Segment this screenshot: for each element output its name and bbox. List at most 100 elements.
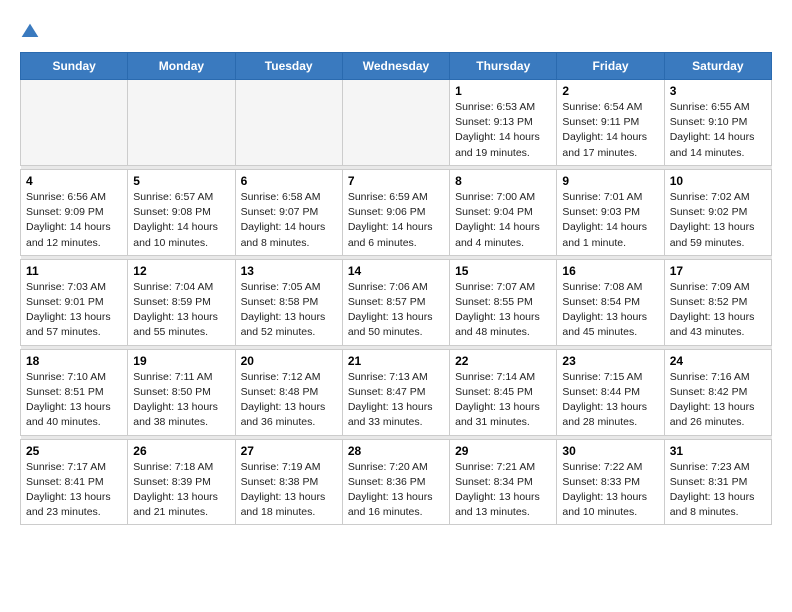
day-info: Sunrise: 6:54 AM Sunset: 9:11 PM Dayligh… [562, 100, 658, 161]
day-info: Sunrise: 7:13 AM Sunset: 8:47 PM Dayligh… [348, 370, 444, 431]
day-number: 11 [26, 264, 122, 278]
day-info: Sunrise: 7:17 AM Sunset: 8:41 PM Dayligh… [26, 460, 122, 521]
column-header-monday: Monday [128, 53, 235, 80]
day-info: Sunrise: 7:23 AM Sunset: 8:31 PM Dayligh… [670, 460, 766, 521]
day-info: Sunrise: 7:21 AM Sunset: 8:34 PM Dayligh… [455, 460, 551, 521]
day-info: Sunrise: 6:59 AM Sunset: 9:06 PM Dayligh… [348, 190, 444, 251]
column-header-friday: Friday [557, 53, 664, 80]
day-info: Sunrise: 7:16 AM Sunset: 8:42 PM Dayligh… [670, 370, 766, 431]
calendar-day: 31 Sunrise: 7:23 AM Sunset: 8:31 PM Dayli… [664, 439, 771, 525]
day-number: 8 [455, 174, 551, 188]
column-header-sunday: Sunday [21, 53, 128, 80]
calendar-day: 20 Sunrise: 7:12 AM Sunset: 8:48 PM Dayli… [235, 349, 342, 435]
day-info: Sunrise: 7:18 AM Sunset: 8:39 PM Dayligh… [133, 460, 229, 521]
day-info: Sunrise: 7:14 AM Sunset: 8:45 PM Dayligh… [455, 370, 551, 431]
day-number: 18 [26, 354, 122, 368]
day-number: 10 [670, 174, 766, 188]
calendar-day: 27Sunrise: 7:19 AM Sunset: 8:38 PM Dayli… [235, 439, 342, 525]
day-number: 6 [241, 174, 337, 188]
calendar-day: 28Sunrise: 7:20 AM Sunset: 8:36 PM Dayli… [342, 439, 449, 525]
calendar-day: 19 Sunrise: 7:11 AM Sunset: 8:50 PM Dayli… [128, 349, 235, 435]
day-number: 15 [455, 264, 551, 278]
column-header-tuesday: Tuesday [235, 53, 342, 80]
calendar-day: 29 Sunrise: 7:21 AM Sunset: 8:34 PM Dayli… [450, 439, 557, 525]
day-info: Sunrise: 6:56 AM Sunset: 9:09 PM Dayligh… [26, 190, 122, 251]
day-number: 5 [133, 174, 229, 188]
page-header [20, 20, 772, 42]
calendar-day: 8 Sunrise: 7:00 AM Sunset: 9:04 PM Daylig… [450, 169, 557, 255]
day-number: 30 [562, 444, 658, 458]
calendar-week-3: 11Sunrise: 7:03 AM Sunset: 9:01 PM Dayli… [21, 259, 772, 345]
calendar-day: 14 Sunrise: 7:06 AM Sunset: 8:57 PM Dayli… [342, 259, 449, 345]
day-number: 29 [455, 444, 551, 458]
day-number: 21 [348, 354, 444, 368]
calendar-week-2: 4 Sunrise: 6:56 AM Sunset: 9:09 PM Daylig… [21, 169, 772, 255]
day-number: 7 [348, 174, 444, 188]
day-info: Sunrise: 7:08 AM Sunset: 8:54 PM Dayligh… [562, 280, 658, 341]
day-number: 28 [348, 444, 444, 458]
calendar-week-1: 1Sunrise: 6:53 AM Sunset: 9:13 PM Daylig… [21, 80, 772, 166]
day-number: 16 [562, 264, 658, 278]
day-number: 1 [455, 84, 551, 98]
day-info: Sunrise: 6:58 AM Sunset: 9:07 PM Dayligh… [241, 190, 337, 251]
calendar-day: 21 Sunrise: 7:13 AM Sunset: 8:47 PM Dayli… [342, 349, 449, 435]
calendar-day: 5 Sunrise: 6:57 AM Sunset: 9:08 PM Daylig… [128, 169, 235, 255]
day-number: 26 [133, 444, 229, 458]
day-info: Sunrise: 7:00 AM Sunset: 9:04 PM Dayligh… [455, 190, 551, 251]
column-header-wednesday: Wednesday [342, 53, 449, 80]
day-number: 27 [241, 444, 337, 458]
day-info: Sunrise: 7:05 AM Sunset: 8:58 PM Dayligh… [241, 280, 337, 341]
day-info: Sunrise: 7:12 AM Sunset: 8:48 PM Dayligh… [241, 370, 337, 431]
day-number: 31 [670, 444, 766, 458]
day-info: Sunrise: 7:15 AM Sunset: 8:44 PM Dayligh… [562, 370, 658, 431]
calendar-day: 2 Sunrise: 6:54 AM Sunset: 9:11 PM Daylig… [557, 80, 664, 166]
day-number: 23 [562, 354, 658, 368]
calendar-day: 6 Sunrise: 6:58 AM Sunset: 9:07 PM Daylig… [235, 169, 342, 255]
day-info: Sunrise: 7:10 AM Sunset: 8:51 PM Dayligh… [26, 370, 122, 431]
calendar-day: 15 Sunrise: 7:07 AM Sunset: 8:55 PM Dayli… [450, 259, 557, 345]
day-number: 14 [348, 264, 444, 278]
day-number: 12 [133, 264, 229, 278]
column-header-saturday: Saturday [664, 53, 771, 80]
calendar-week-4: 18 Sunrise: 7:10 AM Sunset: 8:51 PM Dayli… [21, 349, 772, 435]
calendar-day [235, 80, 342, 166]
calendar-header-row: SundayMondayTuesdayWednesdayThursdayFrid… [21, 53, 772, 80]
logo-icon [20, 22, 40, 42]
day-info: Sunrise: 7:07 AM Sunset: 8:55 PM Dayligh… [455, 280, 551, 341]
calendar-day: 4 Sunrise: 6:56 AM Sunset: 9:09 PM Daylig… [21, 169, 128, 255]
day-info: Sunrise: 7:09 AM Sunset: 8:52 PM Dayligh… [670, 280, 766, 341]
day-number: 13 [241, 264, 337, 278]
calendar-day [342, 80, 449, 166]
calendar-day: 18 Sunrise: 7:10 AM Sunset: 8:51 PM Dayli… [21, 349, 128, 435]
calendar-day: 9Sunrise: 7:01 AM Sunset: 9:03 PM Daylig… [557, 169, 664, 255]
day-info: Sunrise: 7:06 AM Sunset: 8:57 PM Dayligh… [348, 280, 444, 341]
day-number: 2 [562, 84, 658, 98]
calendar-day: 13 Sunrise: 7:05 AM Sunset: 8:58 PM Dayli… [235, 259, 342, 345]
day-info: Sunrise: 7:22 AM Sunset: 8:33 PM Dayligh… [562, 460, 658, 521]
calendar-day: 24Sunrise: 7:16 AM Sunset: 8:42 PM Dayli… [664, 349, 771, 435]
calendar-day: 12 Sunrise: 7:04 AM Sunset: 8:59 PM Dayli… [128, 259, 235, 345]
calendar-day: 3Sunrise: 6:55 AM Sunset: 9:10 PM Daylig… [664, 80, 771, 166]
calendar-week-5: 25Sunrise: 7:17 AM Sunset: 8:41 PM Dayli… [21, 439, 772, 525]
day-info: Sunrise: 7:11 AM Sunset: 8:50 PM Dayligh… [133, 370, 229, 431]
calendar-day: 1Sunrise: 6:53 AM Sunset: 9:13 PM Daylig… [450, 80, 557, 166]
day-number: 20 [241, 354, 337, 368]
day-number: 4 [26, 174, 122, 188]
logo [20, 20, 44, 42]
calendar-day [128, 80, 235, 166]
column-header-thursday: Thursday [450, 53, 557, 80]
day-number: 19 [133, 354, 229, 368]
day-number: 9 [562, 174, 658, 188]
calendar-day: 22Sunrise: 7:14 AM Sunset: 8:45 PM Dayli… [450, 349, 557, 435]
calendar-day: 16 Sunrise: 7:08 AM Sunset: 8:54 PM Dayli… [557, 259, 664, 345]
calendar-day [21, 80, 128, 166]
day-number: 17 [670, 264, 766, 278]
day-info: Sunrise: 6:57 AM Sunset: 9:08 PM Dayligh… [133, 190, 229, 251]
day-info: Sunrise: 7:04 AM Sunset: 8:59 PM Dayligh… [133, 280, 229, 341]
calendar-day: 25Sunrise: 7:17 AM Sunset: 8:41 PM Dayli… [21, 439, 128, 525]
calendar-day: 7 Sunrise: 6:59 AM Sunset: 9:06 PM Daylig… [342, 169, 449, 255]
calendar-day: 11Sunrise: 7:03 AM Sunset: 9:01 PM Dayli… [21, 259, 128, 345]
calendar-day: 30 Sunrise: 7:22 AM Sunset: 8:33 PM Dayli… [557, 439, 664, 525]
calendar-day: 10Sunrise: 7:02 AM Sunset: 9:02 PM Dayli… [664, 169, 771, 255]
calendar-day: 17 Sunrise: 7:09 AM Sunset: 8:52 PM Dayli… [664, 259, 771, 345]
